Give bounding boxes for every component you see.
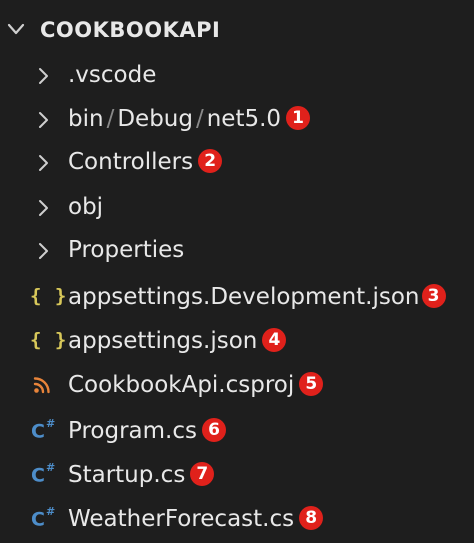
csharp-icon-letter: C bbox=[31, 464, 45, 487]
file-name: WeatherForecast.cs bbox=[68, 506, 295, 532]
rss-icon bbox=[33, 377, 50, 394]
file-name: Startup.cs bbox=[68, 462, 186, 488]
annotation-badge: 4 bbox=[262, 327, 287, 352]
folder-item-bin-debug-net50[interactable]: bin / Debug / net5.0 1 bbox=[0, 99, 474, 139]
csharp-icon-hash: # bbox=[45, 461, 56, 474]
file-name: CookbookApi.csproj bbox=[68, 372, 295, 398]
annotation-badge: 6 bbox=[201, 417, 226, 442]
folder-label: bin / Debug / net5.0 1 bbox=[68, 104, 311, 134]
chevron-right-icon bbox=[39, 243, 48, 259]
file-label: WeatherForecast.cs 8 bbox=[68, 504, 324, 534]
folder-item-obj[interactable]: obj bbox=[0, 187, 474, 227]
path-separator: / bbox=[195, 106, 204, 132]
folder-label: obj bbox=[68, 194, 104, 220]
file-item-appsettings-development-json[interactable]: { } appsettings.Development.json 3 bbox=[0, 277, 474, 317]
folder-label: Properties bbox=[68, 237, 185, 263]
file-label: appsettings.Development.json 3 bbox=[68, 282, 446, 312]
chevron-right-icon bbox=[39, 155, 48, 171]
annotation-badge: 3 bbox=[421, 283, 446, 308]
csharp-icon-letter: C bbox=[31, 508, 45, 531]
csharp-icon-hash: # bbox=[45, 505, 56, 518]
file-explorer: COOKBOOKAPI .vscode bin / Debug / net5.0 1 Co… bbox=[0, 0, 474, 543]
file-name: appsettings.Development.json bbox=[68, 284, 420, 310]
annotation-badge: 8 bbox=[299, 505, 324, 530]
file-item-startup-cs[interactable]: C# Startup.cs 7 bbox=[0, 455, 474, 495]
file-name: Program.cs bbox=[68, 418, 197, 444]
folder-item-properties[interactable]: Properties bbox=[0, 230, 474, 270]
csharp-icon-letter: C bbox=[31, 420, 45, 443]
path-segment-bin: bin bbox=[68, 106, 104, 132]
annotation-badge: 1 bbox=[286, 105, 311, 130]
file-item-program-cs[interactable]: C# Program.cs 6 bbox=[0, 411, 474, 451]
folder-label: Controllers 2 bbox=[68, 147, 223, 177]
chevron-right-icon bbox=[39, 68, 48, 84]
folder-label: .vscode bbox=[68, 62, 157, 88]
chevron-down-icon[interactable] bbox=[7, 22, 25, 36]
folder-name: Controllers bbox=[68, 149, 194, 175]
folder-item-controllers[interactable]: Controllers 2 bbox=[0, 142, 474, 182]
file-item-cookbookapi-csproj[interactable]: CookbookApi.csproj 5 bbox=[0, 365, 474, 405]
annotation-badge: 2 bbox=[198, 148, 223, 173]
file-label: Startup.cs 7 bbox=[68, 460, 215, 490]
csharp-icon: C# bbox=[31, 417, 56, 443]
chevron-right-icon bbox=[39, 112, 48, 128]
annotation-badge: 5 bbox=[299, 371, 324, 396]
explorer-root-folder[interactable]: COOKBOOKAPI bbox=[0, 8, 474, 52]
file-label: appsettings.json 4 bbox=[68, 326, 287, 356]
path-segment-net50: net5.0 bbox=[206, 106, 282, 132]
json-braces-icon: { } bbox=[30, 285, 68, 307]
csharp-icon: C# bbox=[31, 505, 56, 531]
csharp-icon: C# bbox=[31, 461, 56, 487]
folder-item-vscode[interactable]: .vscode bbox=[0, 55, 474, 95]
file-item-appsettings-json[interactable]: { } appsettings.json 4 bbox=[0, 321, 474, 361]
json-braces-icon: { } bbox=[30, 329, 68, 351]
file-name: appsettings.json bbox=[68, 328, 258, 354]
file-label: CookbookApi.csproj 5 bbox=[68, 370, 324, 400]
file-label: Program.cs 6 bbox=[68, 416, 226, 446]
annotation-badge: 7 bbox=[190, 461, 215, 486]
chevron-right-icon bbox=[39, 200, 48, 216]
file-item-weatherforecast-cs[interactable]: C# WeatherForecast.cs 8 bbox=[0, 499, 474, 539]
explorer-root-label: COOKBOOKAPI bbox=[40, 18, 221, 42]
csharp-icon-hash: # bbox=[45, 417, 56, 430]
path-segment-debug: Debug bbox=[117, 106, 193, 132]
path-separator: / bbox=[106, 106, 115, 132]
